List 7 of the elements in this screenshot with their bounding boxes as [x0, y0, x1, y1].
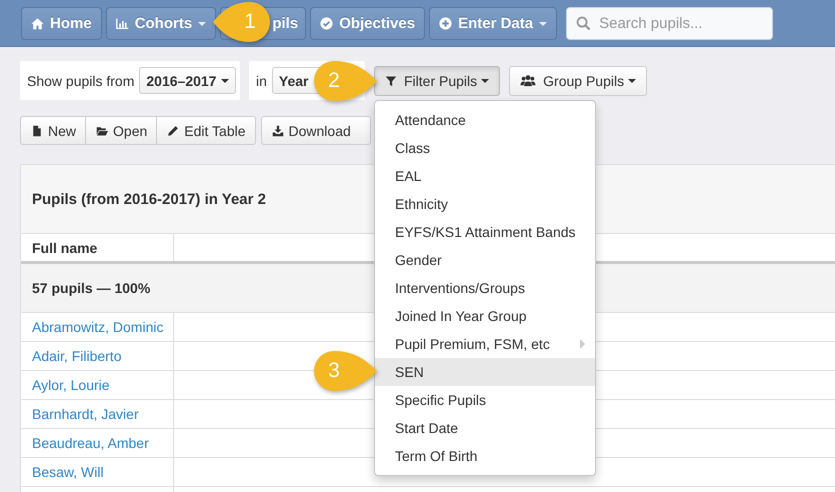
step-tooltip: 2 [313, 60, 379, 102]
step-tooltip: 1 [211, 1, 271, 43]
table-title: Pupils (from 2016-2017) in Year 2 [32, 190, 266, 208]
filter-label: Show pupils from [27, 72, 134, 88]
filter-label: in [256, 72, 267, 88]
step-tooltip: 3 [313, 350, 379, 392]
column-header: Full name [21, 234, 174, 261]
